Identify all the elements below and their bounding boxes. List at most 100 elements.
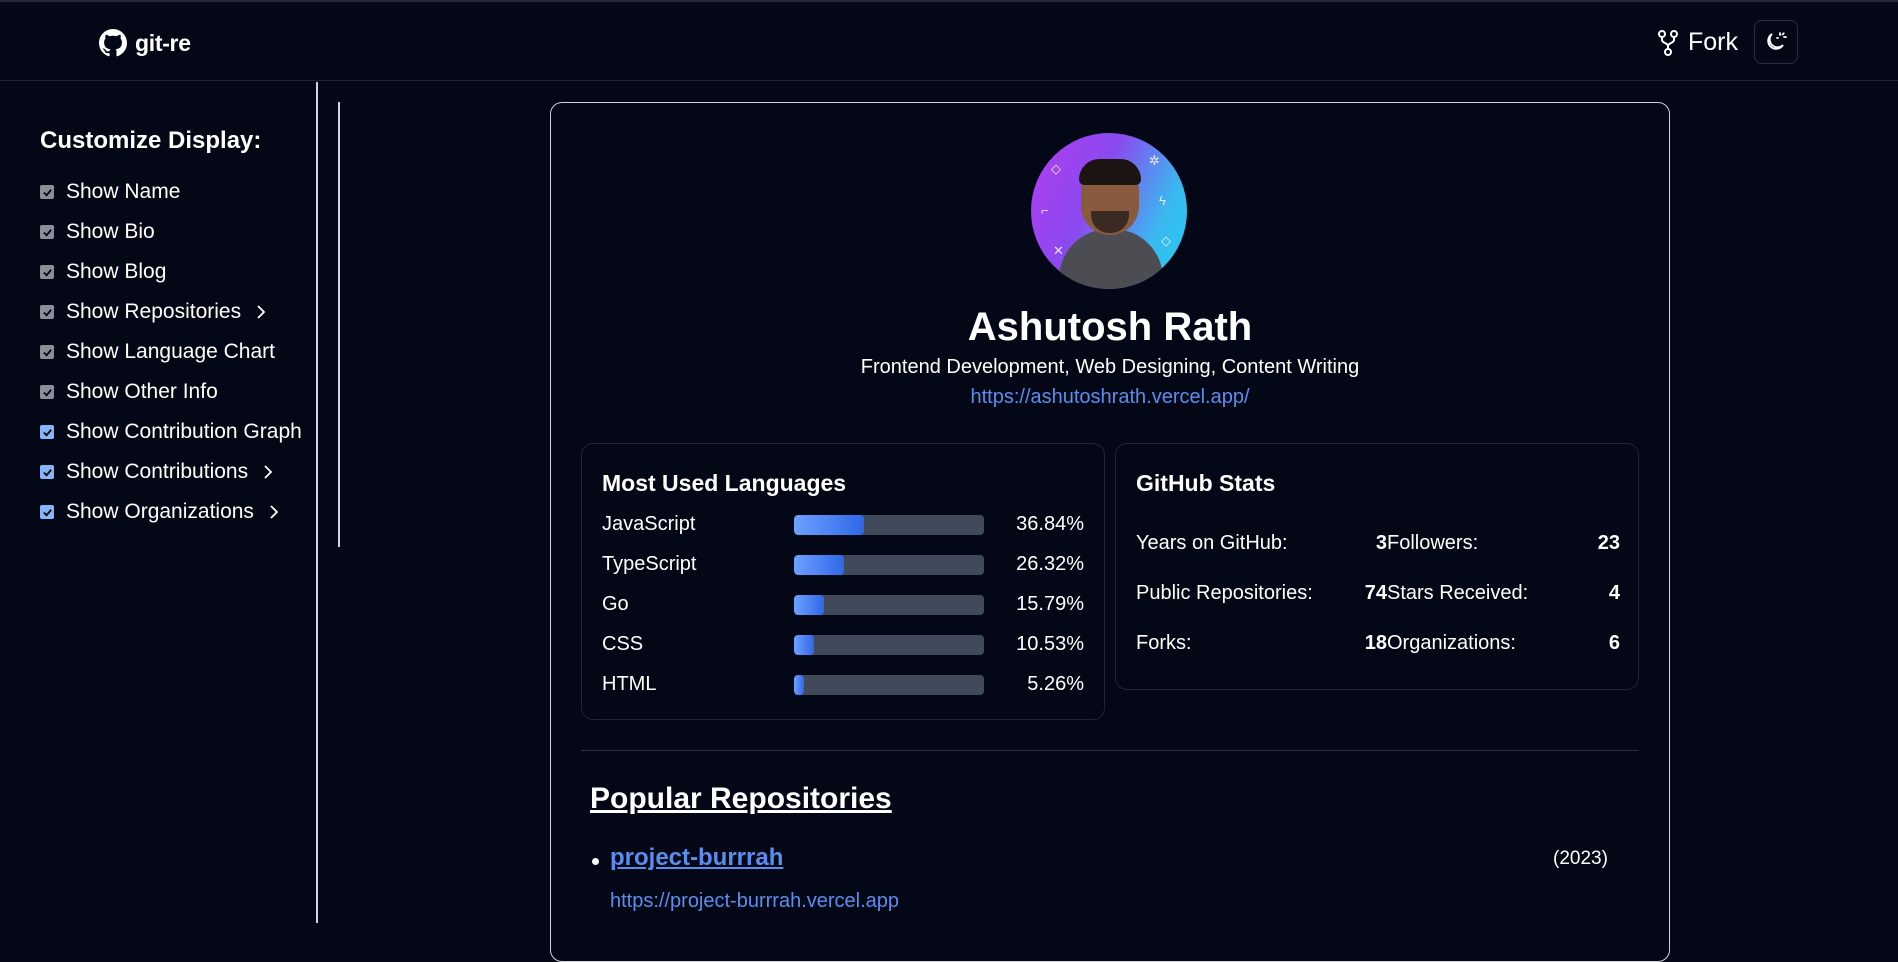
language-percent: 26.32% bbox=[1016, 553, 1084, 575]
profile-blog-link[interactable]: https://ashutoshrath.vercel.app/ bbox=[550, 386, 1670, 409]
checkbox[interactable] bbox=[40, 185, 54, 199]
language-bar bbox=[794, 595, 984, 615]
pattern-glyph: ϟ bbox=[1159, 193, 1166, 208]
top-navbar: git-re Fork bbox=[0, 2, 1898, 81]
language-bar bbox=[794, 675, 984, 695]
brand-link[interactable]: git-re bbox=[99, 29, 191, 57]
language-row: Go 15.79% bbox=[602, 590, 1084, 620]
language-row: CSS 10.53% bbox=[602, 630, 1084, 660]
pattern-glyph: ✕ bbox=[1053, 243, 1064, 258]
option-label: Show Bio bbox=[66, 220, 155, 243]
checkbox[interactable] bbox=[40, 225, 54, 239]
check-icon bbox=[42, 508, 52, 517]
github-icon bbox=[99, 29, 127, 57]
language-bar-fill bbox=[794, 555, 844, 575]
stat-value: 74 bbox=[1364, 582, 1387, 604]
option-label: Show Name bbox=[66, 180, 181, 203]
fork-label: Fork bbox=[1688, 28, 1738, 56]
option-show-other-info[interactable]: Show Other Info bbox=[40, 377, 218, 407]
language-bar-fill bbox=[794, 635, 814, 655]
checkbox[interactable] bbox=[40, 425, 54, 439]
option-show-language-chart[interactable]: Show Language Chart bbox=[40, 337, 275, 367]
option-show-bio[interactable]: Show Bio bbox=[40, 217, 155, 247]
moon-sun-icon bbox=[1767, 32, 1787, 50]
stat-label: Organizations: bbox=[1387, 632, 1516, 654]
stats-title: GitHub Stats bbox=[1136, 470, 1276, 496]
stat-label: Stars Received: bbox=[1387, 582, 1529, 604]
sidebar-title: Customize Display: bbox=[40, 127, 262, 154]
language-percent: 15.79% bbox=[1016, 593, 1084, 615]
theme-toggle-button[interactable] bbox=[1754, 20, 1798, 64]
option-show-repositories[interactable]: Show Repositories bbox=[40, 297, 267, 327]
check-icon bbox=[42, 308, 52, 317]
checkbox[interactable] bbox=[40, 505, 54, 519]
check-icon bbox=[42, 188, 52, 197]
pattern-glyph: ⌐ bbox=[1041, 203, 1049, 218]
option-show-contributions[interactable]: Show Contributions bbox=[40, 457, 274, 487]
option-label: Show Contribution Graph bbox=[66, 420, 302, 443]
check-icon bbox=[42, 388, 52, 397]
avatar-hair bbox=[1079, 159, 1141, 185]
check-icon bbox=[42, 228, 52, 237]
option-label: Show Language Chart bbox=[66, 340, 275, 363]
popular-repositories-title: Popular Repositories bbox=[590, 782, 892, 815]
check-icon bbox=[42, 468, 52, 477]
stat-value: 18 bbox=[1364, 632, 1387, 654]
stat-followers: Followers: 23 bbox=[1387, 532, 1620, 560]
option-show-blog[interactable]: Show Blog bbox=[40, 257, 166, 287]
stat-forks: Forks: 18 bbox=[1136, 632, 1387, 660]
checkbox[interactable] bbox=[40, 465, 54, 479]
stat-stars: Stars Received: 4 bbox=[1387, 582, 1620, 610]
section-divider bbox=[581, 750, 1639, 751]
customize-sidebar: Customize Display: Show Name Show Bio Sh… bbox=[0, 82, 318, 923]
option-show-contribution-graph[interactable]: Show Contribution Graph bbox=[40, 417, 302, 447]
repo-url-link[interactable]: https://project-burrrah.vercel.app bbox=[610, 890, 899, 913]
option-label: Show Organizations bbox=[66, 500, 254, 523]
language-row: TypeScript 26.32% bbox=[602, 550, 1084, 580]
language-row: JavaScript 36.84% bbox=[602, 510, 1084, 540]
chevron-right-icon[interactable] bbox=[262, 463, 274, 481]
stat-label: Public Repositories: bbox=[1136, 582, 1313, 604]
stat-value: 4 bbox=[1608, 582, 1620, 604]
github-stats-panel: GitHub Stats Years on GitHub: 3 Follower… bbox=[1115, 443, 1639, 690]
pattern-glyph: ◇ bbox=[1051, 161, 1061, 176]
checkbox[interactable] bbox=[40, 265, 54, 279]
chevron-right-icon[interactable] bbox=[255, 303, 267, 321]
list-bullet bbox=[592, 858, 599, 865]
stat-value: 6 bbox=[1608, 632, 1620, 654]
repo-year: (2023) bbox=[1553, 848, 1608, 869]
stat-label: Forks: bbox=[1136, 632, 1192, 654]
language-bar-fill bbox=[794, 595, 824, 615]
checkbox[interactable] bbox=[40, 345, 54, 359]
option-show-organizations[interactable]: Show Organizations bbox=[40, 497, 280, 527]
stat-value: 3 bbox=[1375, 532, 1387, 554]
languages-panel: Most Used Languages JavaScript 36.84% Ty… bbox=[581, 443, 1105, 720]
option-label: Show Other Info bbox=[66, 380, 218, 403]
stat-years: Years on GitHub: 3 bbox=[1136, 532, 1387, 560]
option-show-name[interactable]: Show Name bbox=[40, 177, 180, 207]
stat-public-repos: Public Repositories: 74 bbox=[1136, 582, 1387, 610]
language-percent: 5.26% bbox=[1027, 673, 1084, 695]
language-bar bbox=[794, 555, 984, 575]
languages-title: Most Used Languages bbox=[602, 470, 847, 496]
language-name: CSS bbox=[602, 633, 644, 655]
checkbox[interactable] bbox=[40, 305, 54, 319]
pattern-glyph: ◇ bbox=[1161, 233, 1171, 248]
check-icon bbox=[42, 348, 52, 357]
checkbox[interactable] bbox=[40, 385, 54, 399]
option-label: Show Contributions bbox=[66, 460, 249, 483]
repo-name-link[interactable]: project-burrrah bbox=[610, 844, 783, 872]
language-bar bbox=[794, 635, 984, 655]
avatar: ◇ ⌐ ✕ ✲ ϟ ◇ bbox=[1031, 133, 1187, 289]
chevron-right-icon[interactable] bbox=[268, 503, 280, 521]
check-icon bbox=[42, 268, 52, 277]
stat-value: 23 bbox=[1597, 532, 1620, 554]
content-divider bbox=[338, 102, 340, 547]
language-bar bbox=[794, 515, 984, 535]
stat-label: Years on GitHub: bbox=[1136, 532, 1288, 554]
language-name: Go bbox=[602, 593, 629, 615]
language-bar-fill bbox=[794, 675, 804, 695]
language-percent: 36.84% bbox=[1016, 513, 1084, 535]
fork-button[interactable]: Fork bbox=[1656, 28, 1738, 57]
language-row: HTML 5.26% bbox=[602, 670, 1084, 700]
